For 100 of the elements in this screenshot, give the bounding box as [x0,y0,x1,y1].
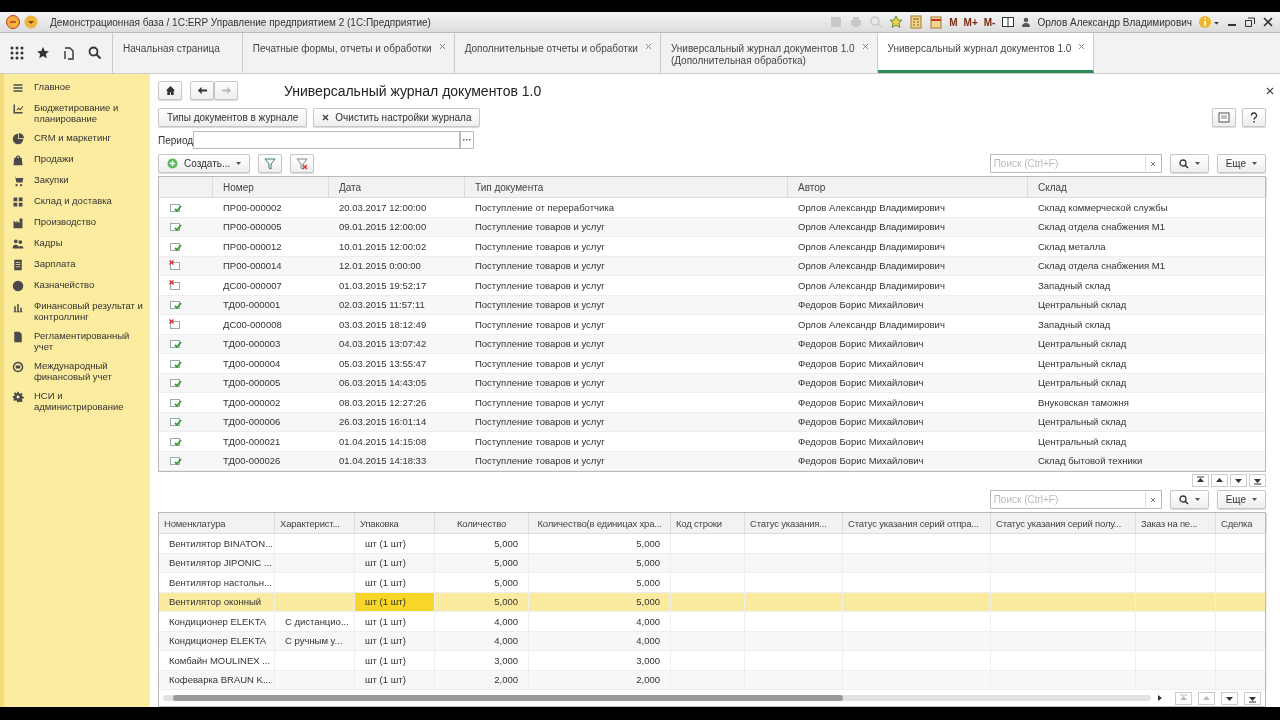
sidebar-item[interactable]: Производство [34,216,96,227]
chart-icon[interactable] [12,103,24,115]
home-button[interactable] [158,81,182,100]
tab[interactable]: Печатные формы, отчеты и обработки [242,33,455,73]
sidebar-item[interactable]: Главное [34,81,71,92]
sidebar-item[interactable]: Зарплата [34,258,76,269]
table-cell: 4,000 [494,635,518,647]
column-header[interactable]: Статус указания... [745,513,843,533]
search-field[interactable]: Поиск (Ctrl+F) [989,490,1162,509]
cart-icon[interactable] [12,175,24,187]
apps-grid-icon[interactable] [10,46,24,60]
create-button[interactable]: Создать... [158,154,251,173]
column-header[interactable]: Номенклатура [159,513,275,533]
scrollbar-thumb[interactable] [173,695,843,701]
sidebar-item[interactable]: Международный финансовый учет [34,360,146,382]
menu-icon[interactable] [12,82,24,94]
scroll-bottom-icon[interactable] [1249,474,1266,487]
sidebar-item[interactable]: Кадры [34,237,63,248]
column-header[interactable]: Статус указания серий полу... [991,513,1136,533]
search-icon[interactable] [88,46,102,60]
column-header[interactable]: Дата [329,177,465,197]
clear-icon[interactable] [1149,160,1156,167]
table-cell-text: Федоров Борис Михайлович [797,454,925,469]
tab[interactable]: Универсальный журнал документов 1.0 (Дополнительная обработка) [660,33,878,73]
table-cell-text: Федоров Борис Михайлович [797,356,925,371]
sidebar-item[interactable]: CRM и маркетинг [34,132,111,143]
column-header[interactable]: Заказ на пе... [1136,513,1216,533]
sidebar-item[interactable]: Закупки [34,174,69,185]
table-cell-text: 20.03.2017 12:00:00 [338,200,428,215]
factory-icon[interactable] [12,217,24,229]
column-header[interactable]: Сделка [1216,513,1267,533]
scroll-up-icon[interactable] [1211,474,1228,487]
table-cell: шт (1 шт) [365,576,406,588]
pie-chart-icon[interactable] [12,133,24,145]
bar-chart-icon[interactable] [12,301,24,313]
column-header[interactable]: Упаковка [355,513,435,533]
document-icon[interactable] [12,259,24,271]
scroll-down-icon[interactable] [1221,691,1238,705]
gear-icon[interactable] [12,391,24,403]
panel-layout-icon[interactable] [1001,15,1016,29]
horizontal-scrollbar[interactable] [163,695,1152,701]
app-logo-icon[interactable] [6,15,20,29]
back-button[interactable] [190,81,214,100]
search-field[interactable]: Поиск (Ctrl+F) [989,154,1162,173]
scroll-top-icon[interactable] [1192,474,1209,487]
bag-icon[interactable] [12,154,24,166]
funnel-cross-icon [296,157,309,170]
restore-icon[interactable] [1244,16,1256,28]
tab[interactable]: Дополнительные отчеты и обработки [454,33,661,73]
scroll-down-icon[interactable] [1230,474,1247,487]
table-cell-text: Орлов Александр Владимирович [797,259,946,274]
grid-icon[interactable] [12,196,24,208]
filter-button[interactable] [258,154,283,173]
close-icon[interactable] [1262,16,1274,28]
tab[interactable]: Начальная страница [113,33,243,73]
table-cell: 5,000 [636,557,660,569]
column-header[interactable]: Автор [788,177,1028,197]
column-header[interactable]: Статус указания серий отпра... [843,513,991,533]
sidebar-item[interactable]: Склад и доставка [34,195,112,206]
memory-button[interactable]: M+ [963,16,978,28]
more-button[interactable]: Еще [1216,154,1266,173]
funnel-icon [264,157,277,170]
sidebar-item[interactable]: Бюджетирование и планирование [34,102,146,124]
people-icon[interactable] [12,238,24,250]
tab[interactable]: Универсальный журнал документов 1.0 [877,33,1095,73]
more-button[interactable]: Еще [1216,490,1266,509]
search-options-button[interactable] [1169,154,1209,173]
clear-filter-button[interactable] [290,154,315,173]
sidebar-item[interactable]: Регламентированный учет [34,330,146,352]
column-header[interactable]: Количество(в единицах хра... [529,513,671,533]
memory-button[interactable]: M [949,16,958,28]
sidebar-item[interactable]: НСИ и администрирование [34,390,146,412]
sidebar-item[interactable]: Продажи [34,153,74,164]
sidebar-item[interactable]: Финансовый результат и контроллинг [34,300,146,322]
column-header[interactable]: Количество [435,513,529,533]
scroll-right-icon[interactable] [1157,695,1163,701]
scroll-bottom-icon[interactable] [1244,691,1261,705]
sidebar-item[interactable]: Казначейство [34,279,95,290]
column-header[interactable]: Склад [1028,177,1267,197]
star-icon[interactable] [889,15,904,29]
calendar-icon[interactable] [929,15,944,29]
column-header[interactable]: Характерист... [275,513,355,533]
table-cell-text: Орлов Александр Владимирович [797,200,946,215]
help-button[interactable] [1242,108,1266,127]
clear-settings-button[interactable]: Очистить настройки журнала [313,108,481,127]
info-icon[interactable] [1198,15,1220,29]
user-name[interactable]: Орлов Александр Владимирович [1037,16,1192,28]
search-options-button[interactable] [1169,490,1209,509]
table-cell-text: 06.03.2015 14:43:05 [338,376,428,391]
document-types-button[interactable]: Типы документов в журнале [158,108,308,127]
close-icon[interactable] [1266,86,1274,95]
memory-button[interactable]: M- [983,16,996,28]
column-header[interactable]: Номер [213,177,329,197]
column-header[interactable]: Тип документа [465,177,788,197]
period-field[interactable] [193,131,460,149]
star-icon[interactable] [36,46,50,60]
column-header[interactable]: Код строки [671,513,745,533]
clear-icon[interactable] [1149,496,1156,503]
document-icon[interactable] [12,331,24,343]
menu-dropdown-icon[interactable] [24,15,38,29]
